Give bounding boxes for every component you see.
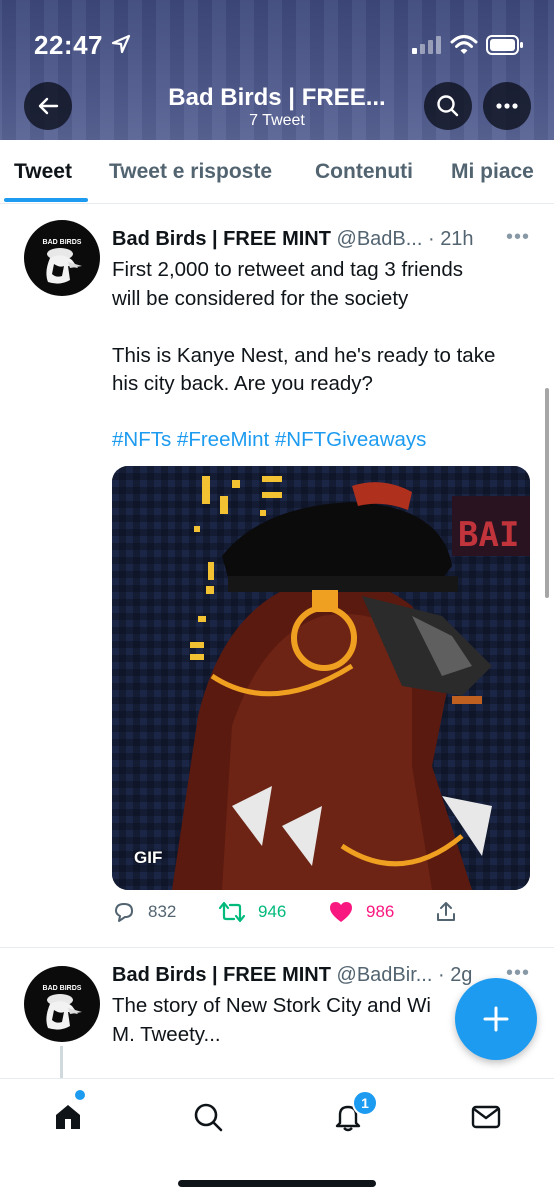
like-count: 986: [366, 902, 395, 921]
tweet-text-line: The story of New Stork City and Wi: [112, 994, 431, 1017]
location-arrow-icon: [111, 34, 131, 54]
battery-icon: [486, 35, 523, 55]
author-handle-time: @BadB... · 21h: [336, 228, 474, 250]
home-icon: [56, 1105, 80, 1129]
back-button[interactable]: [24, 82, 72, 130]
nav-messages[interactable]: [466, 1097, 506, 1137]
tweet-count: 7 Tweet: [249, 112, 305, 129]
svg-text:BAD BIRDS: BAD BIRDS: [43, 239, 82, 246]
pixel-bird-artwork: BAI: [112, 466, 530, 890]
tweet-text-line: First 2,000 to retweet and tag 3 friends: [112, 258, 463, 281]
tab-contenuti[interactable]: Contenuti: [315, 160, 413, 184]
tweet-media-gif[interactable]: BAI GIF: [112, 466, 530, 890]
avatar[interactable]: BAD BIRDS: [24, 220, 100, 296]
page-title: Bad Birds | FREE...: [168, 84, 386, 111]
reply-button[interactable]: 832: [112, 900, 176, 924]
share-button[interactable]: [434, 900, 470, 924]
tweet-text-line: his city back. Are you ready?: [112, 372, 373, 396]
heart-icon: [330, 902, 352, 922]
back-arrow-icon: [38, 97, 59, 115]
gif-badge: GIF: [134, 848, 163, 867]
tweet-text-spacer: [112, 313, 532, 342]
reply-icon: [115, 903, 133, 922]
tab-mi-piace[interactable]: Mi piace: [451, 160, 534, 184]
plus-icon: [483, 1006, 509, 1032]
profile-tabs: Tweet Tweet e risposte Contenuti Mi piac…: [0, 140, 554, 204]
scrollbar[interactable]: [545, 388, 549, 598]
tab-tweet-e-risposte[interactable]: Tweet e risposte: [109, 160, 272, 184]
nav-search[interactable]: [188, 1097, 228, 1137]
nav-home[interactable]: [48, 1097, 88, 1137]
more-horizontal-icon: [496, 103, 518, 109]
tweet-text: First 2,000 to retweet and tag 3 friends…: [112, 256, 532, 399]
cellular-signal-icon: [412, 36, 441, 54]
bad-birds-logo-icon: BAD BIRDS: [43, 985, 82, 1030]
hashtags[interactable]: #NFTs #FreeMint #NFTGiveaways: [112, 428, 426, 452]
tweet-header: Bad Birds | FREE MINT @BadBir... · 2g: [112, 964, 472, 987]
tweet-text-line: will be considered for the society: [112, 286, 409, 310]
tweet-divider: [0, 947, 554, 948]
author-name[interactable]: Bad Birds | FREE MINT: [112, 228, 331, 250]
avatar[interactable]: BAD BIRDS: [24, 966, 100, 1042]
tweet-text: The story of New Stork City and Wi M. Tw…: [112, 992, 452, 1049]
tweet-text-line: This is Kanye Nest, and he's ready to ta…: [112, 343, 496, 367]
svg-text:BAD BIRDS: BAD BIRDS: [43, 985, 82, 992]
tweet-text-line: M. Tweety...: [112, 1022, 221, 1046]
retweet-button[interactable]: 946: [218, 900, 286, 924]
reply-count: 832: [148, 902, 177, 921]
share-icon: [437, 902, 455, 921]
bad-birds-logo-icon: BAD BIRDS: [43, 239, 82, 284]
svg-text:BAI: BAI: [458, 515, 519, 555]
more-options-button[interactable]: [483, 82, 531, 130]
tweet-actions: 832 946 986: [112, 900, 532, 930]
tweet-options-icon[interactable]: •••: [506, 226, 530, 249]
status-time: 22:47: [34, 30, 103, 60]
home-indicator: [178, 1180, 376, 1187]
search-icon: [194, 1103, 223, 1132]
thread-connector: [60, 1046, 63, 1078]
search-button[interactable]: [424, 82, 472, 130]
author-handle-time: @BadBir... · 2g: [336, 964, 473, 986]
compose-tweet-button[interactable]: [455, 978, 537, 1060]
retweet-count: 946: [258, 902, 287, 921]
home-new-indicator: [75, 1090, 85, 1100]
profile-header: 22:47 Bad Birds | FREE... 7 Tweet: [0, 0, 554, 140]
tweet-header: Bad Birds | FREE MINT @BadB... · 21h: [112, 228, 474, 251]
notification-badge: 1: [352, 1090, 378, 1116]
search-icon: [437, 95, 459, 117]
wifi-icon: [450, 35, 478, 54]
active-tab-indicator: [4, 198, 88, 202]
tab-tweet[interactable]: Tweet: [14, 160, 72, 184]
mail-icon: [471, 1105, 501, 1129]
like-button[interactable]: 986: [328, 900, 394, 924]
author-name[interactable]: Bad Birds | FREE MINT: [112, 964, 331, 986]
retweet-icon: [218, 901, 246, 923]
